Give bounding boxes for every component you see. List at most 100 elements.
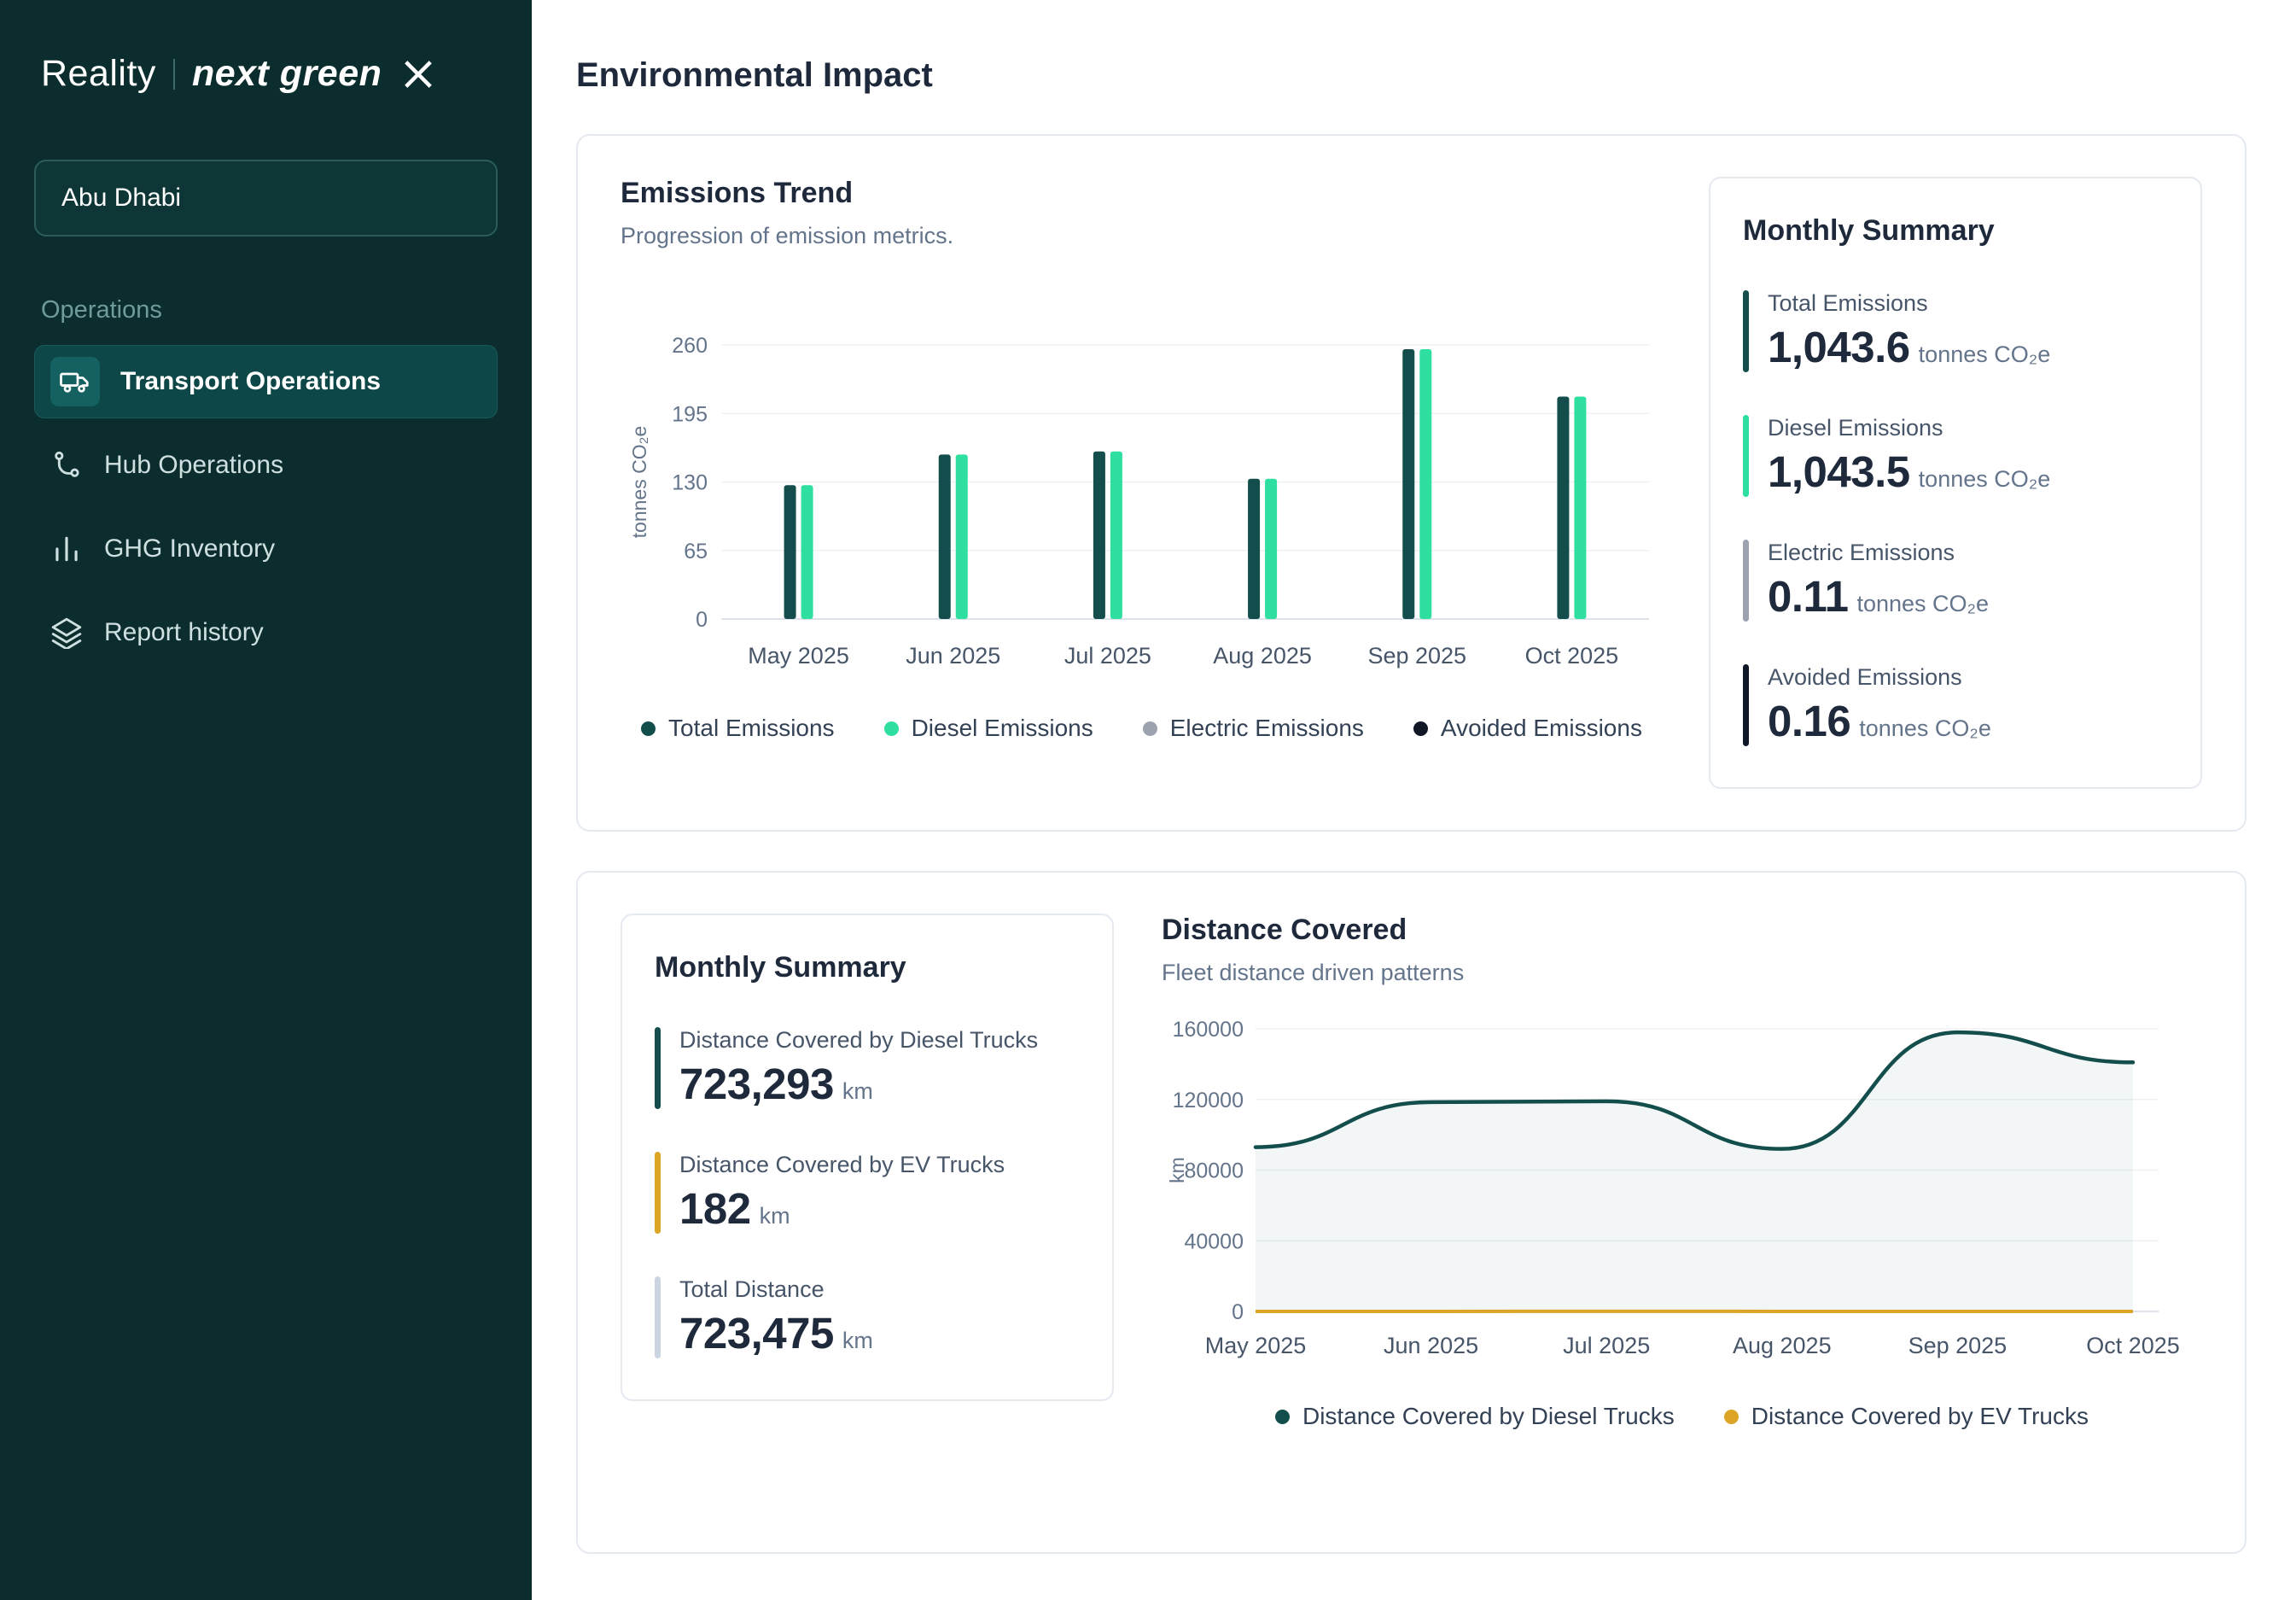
sidebar-item-transport-operations[interactable]: Transport Operations	[34, 345, 498, 418]
stat-unit: tonnes CO₂e	[1919, 342, 2051, 368]
stat-diesel-distance: Distance Covered by Diesel Trucks 723,29…	[655, 1027, 1080, 1109]
legend-label: Total Emissions	[668, 715, 835, 742]
stat-label: Total Distance	[679, 1276, 873, 1303]
stat-label: Distance Covered by Diesel Trucks	[679, 1027, 1038, 1054]
legend-diesel-emissions[interactable]: Diesel Emissions	[884, 715, 1093, 742]
legend-diesel-distance[interactable]: Distance Covered by Diesel Trucks	[1275, 1403, 1675, 1430]
legend-label: Distance Covered by Diesel Trucks	[1302, 1403, 1675, 1430]
stat-accent-bar	[655, 1027, 661, 1109]
legend-electric-emissions[interactable]: Electric Emissions	[1143, 715, 1364, 742]
svg-text:May 2025: May 2025	[748, 643, 849, 669]
stat-unit: km	[760, 1203, 790, 1229]
svg-text:Aug 2025: Aug 2025	[1213, 643, 1312, 669]
brand-primary: Reality	[41, 53, 156, 95]
svg-text:tonnes CO₂e: tonnes CO₂e	[628, 426, 650, 539]
emissions-card: Emissions Trend Progression of emission …	[576, 134, 2246, 832]
legend-label: Avoided Emissions	[1441, 715, 1642, 742]
legend-avoided-emissions[interactable]: Avoided Emissions	[1413, 715, 1642, 742]
emissions-summary-title: Monthly Summary	[1743, 214, 2168, 248]
brand-logo: Reality next green	[34, 50, 498, 95]
stat-accent-bar	[1743, 664, 1749, 746]
svg-text:80000: 80000	[1184, 1159, 1244, 1183]
svg-text:0: 0	[696, 608, 708, 632]
svg-text:Oct 2025: Oct 2025	[1525, 643, 1619, 669]
stat-label: Distance Covered by EV Trucks	[679, 1152, 1005, 1178]
bar-chart-icon	[50, 532, 84, 566]
sidebar-item-label: Transport Operations	[120, 367, 381, 396]
legend-dot	[1275, 1410, 1290, 1424]
distance-card: Monthly Summary Distance Covered by Dies…	[576, 871, 2246, 1554]
svg-text:May 2025: May 2025	[1205, 1333, 1307, 1358]
legend-dot	[641, 721, 656, 736]
distance-area-chart: 0 40000 80000 120000 160000 May 2025 Jun 2025 J…	[1162, 1015, 2186, 1374]
stat-value: 0.11	[1768, 571, 1848, 622]
hub-icon	[50, 448, 84, 482]
stat-accent-bar	[1743, 290, 1749, 372]
legend-label: Electric Emissions	[1170, 715, 1364, 742]
svg-text:0: 0	[1232, 1300, 1244, 1324]
stat-avoided-emissions: Avoided Emissions 0.16 tonnes CO₂e	[1743, 664, 2168, 746]
stat-electric-emissions: Electric Emissions 0.11 tonnes CO₂e	[1743, 540, 2168, 622]
svg-text:260: 260	[672, 334, 708, 358]
truck-icon	[50, 357, 100, 406]
stat-value: 182	[679, 1183, 751, 1234]
svg-text:130: 130	[672, 471, 708, 495]
emissions-chart-area: Emissions Trend Progression of emission …	[621, 177, 1663, 789]
page-title: Environmental Impact	[576, 56, 2246, 95]
sidebar-item-hub-operations[interactable]: Hub Operations	[34, 429, 498, 502]
svg-text:Oct 2025: Oct 2025	[2086, 1333, 2180, 1358]
distance-chart-area: Distance Covered Fleet distance driven p…	[1162, 914, 2202, 1511]
stat-label: Avoided Emissions	[1768, 664, 1991, 691]
svg-text:40000: 40000	[1184, 1229, 1244, 1253]
emissions-card-title: Emissions Trend	[621, 177, 1663, 210]
emissions-summary-panel: Monthly Summary Total Emissions 1,043.6 …	[1709, 177, 2202, 789]
layers-icon	[50, 616, 84, 650]
stat-accent-bar	[1743, 415, 1749, 497]
distance-legend: Distance Covered by Diesel Trucks Distan…	[1162, 1403, 2202, 1430]
legend-label: Diesel Emissions	[912, 715, 1093, 742]
svg-text:km: km	[1166, 1157, 1188, 1183]
svg-text:Jun 2025: Jun 2025	[1384, 1333, 1478, 1358]
distance-card-title: Distance Covered	[1162, 914, 2202, 947]
legend-dot	[884, 721, 899, 736]
legend-dot	[1143, 721, 1157, 736]
distance-summary-panel: Monthly Summary Distance Covered by Dies…	[621, 914, 1114, 1401]
stat-value: 723,293	[679, 1059, 834, 1109]
stat-unit: km	[842, 1328, 873, 1354]
stat-unit: tonnes CO₂e	[1919, 466, 2051, 493]
brand-x-icon	[402, 58, 434, 91]
stat-unit: tonnes CO₂e	[1859, 715, 1991, 742]
sidebar-item-label: Report history	[104, 618, 264, 647]
svg-text:160000: 160000	[1173, 1018, 1244, 1042]
legend-total-emissions[interactable]: Total Emissions	[641, 715, 835, 742]
stat-label: Total Emissions	[1768, 290, 2050, 317]
stat-total-emissions: Total Emissions 1,043.6 tonnes CO₂e	[1743, 290, 2168, 372]
emissions-bar-chart: 065130195260May 2025Jun 2025Jul 2025Aug …	[621, 331, 1658, 686]
emissions-card-subtitle: Progression of emission metrics.	[621, 223, 1663, 249]
stat-label: Diesel Emissions	[1768, 415, 2050, 441]
legend-label: Distance Covered by EV Trucks	[1751, 1403, 2089, 1430]
stat-label: Electric Emissions	[1768, 540, 1989, 566]
brand-divider	[173, 59, 175, 90]
sidebar-item-label: Hub Operations	[104, 451, 283, 480]
location-selector[interactable]: Abu Dhabi	[34, 160, 498, 236]
legend-dot	[1724, 1410, 1739, 1424]
svg-text:120000: 120000	[1173, 1089, 1244, 1112]
brand-secondary: next green	[192, 53, 382, 95]
svg-text:195: 195	[672, 402, 708, 426]
stat-unit: tonnes CO₂e	[1856, 591, 1989, 617]
svg-text:Aug 2025: Aug 2025	[1733, 1333, 1832, 1358]
svg-text:Sep 2025: Sep 2025	[1367, 643, 1466, 669]
sidebar: Reality next green Abu Dhabi Operations …	[0, 0, 532, 1600]
svg-text:Jul 2025: Jul 2025	[1563, 1333, 1650, 1358]
legend-dot	[1413, 721, 1428, 736]
sidebar-nav: Transport Operations Hub Operations GHG …	[34, 345, 498, 680]
svg-text:65: 65	[684, 540, 708, 564]
stat-accent-bar	[655, 1276, 661, 1358]
legend-ev-distance[interactable]: Distance Covered by EV Trucks	[1724, 1403, 2089, 1430]
stat-accent-bar	[1743, 540, 1749, 622]
sidebar-item-ghg-inventory[interactable]: GHG Inventory	[34, 512, 498, 586]
sidebar-item-report-history[interactable]: Report history	[34, 596, 498, 669]
stat-accent-bar	[655, 1152, 661, 1234]
stat-value: 723,475	[679, 1308, 834, 1358]
